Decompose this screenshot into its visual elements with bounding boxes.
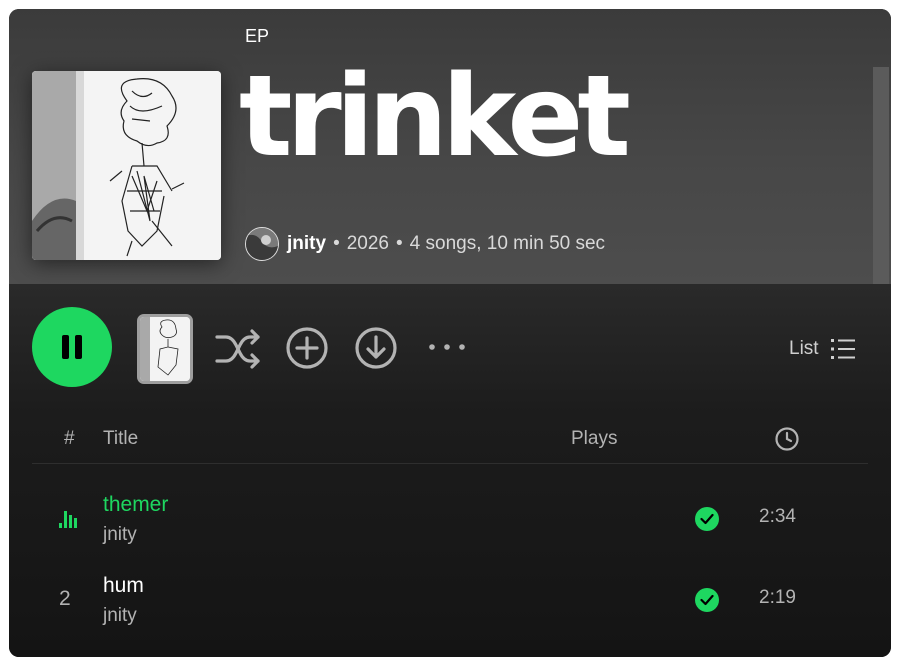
header-title: Title xyxy=(103,428,139,449)
downloaded-check-icon xyxy=(695,507,719,531)
more-options-button[interactable] xyxy=(427,339,467,360)
album-page: EP trinket jnity • 2026 • 4 songs, 10 mi… xyxy=(9,9,891,657)
check-icon xyxy=(700,513,714,525)
track-duration: 2:34 xyxy=(759,506,796,527)
artist-link[interactable]: jnity xyxy=(287,233,326,255)
equalizer-icon xyxy=(59,507,81,535)
download-icon xyxy=(355,327,397,369)
view-as-label: List xyxy=(789,338,819,359)
album-meta: jnity • 2026 • 4 songs, 10 min 50 sec xyxy=(245,227,605,261)
album-summary: 4 songs, 10 min 50 sec xyxy=(409,233,606,254)
album-cover[interactable] xyxy=(32,71,221,260)
album-type-label: EP xyxy=(245,26,270,46)
now-playing-bars xyxy=(59,511,77,528)
pause-icon xyxy=(75,335,82,359)
meta-separator: • xyxy=(333,233,340,254)
clock-icon xyxy=(775,427,799,451)
view-as-toggle[interactable]: List xyxy=(789,337,855,361)
plus-circle-icon xyxy=(286,327,328,369)
preview-cover-button[interactable] xyxy=(137,314,193,384)
table-header-divider xyxy=(32,463,868,464)
track-row[interactable]: 2 hum jnity 2:19 xyxy=(9,574,891,644)
shuffle-icon xyxy=(215,329,260,369)
shuffle-button[interactable] xyxy=(214,327,262,376)
track-duration: 2:19 xyxy=(759,587,796,608)
header-number: # xyxy=(64,428,75,449)
track-title[interactable]: themer xyxy=(103,493,168,517)
header-duration xyxy=(774,426,800,457)
album-title: trinket xyxy=(239,52,631,182)
avatar-image xyxy=(246,228,278,260)
meta-separator: • xyxy=(396,233,403,254)
artist-avatar[interactable] xyxy=(245,227,279,261)
downloaded-check-icon xyxy=(695,588,719,612)
add-to-library-button[interactable] xyxy=(285,326,329,375)
track-artist[interactable]: jnity xyxy=(103,524,137,546)
more-horizontal-icon xyxy=(429,344,465,350)
list-icon xyxy=(830,339,855,359)
album-year: 2026 xyxy=(346,233,389,254)
track-artist[interactable]: jnity xyxy=(103,605,137,627)
track-row[interactable]: themer jnity 2:34 xyxy=(9,493,891,563)
preview-cover-image xyxy=(140,317,190,381)
pause-button[interactable] xyxy=(32,307,112,387)
track-title[interactable]: hum xyxy=(103,574,144,598)
album-cover-art xyxy=(32,71,221,260)
download-button[interactable] xyxy=(354,326,398,375)
track-number: 2 xyxy=(59,587,71,610)
header-plays: Plays xyxy=(571,428,618,449)
pause-icon xyxy=(62,335,69,359)
check-icon xyxy=(700,594,714,606)
album-header: EP trinket jnity • 2026 • 4 songs, 10 mi… xyxy=(9,9,891,284)
